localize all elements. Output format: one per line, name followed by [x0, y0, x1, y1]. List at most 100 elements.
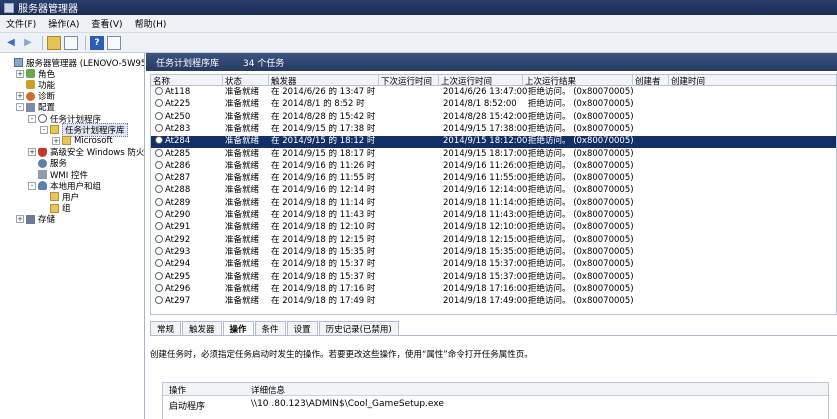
- fold-icon: [50, 125, 59, 135]
- menu-item[interactable]: 帮助(H): [135, 17, 167, 30]
- task-last-cell: 2014/9/18 15:35:00: [443, 246, 528, 257]
- toolbar: ◀ ▶ ?: [0, 33, 837, 53]
- tree-item[interactable]: 组: [40, 203, 71, 214]
- table-row[interactable]: At291 准备就绪在 2014/9/18 的 12:10 时 2014/9/18 …: [151, 222, 836, 234]
- table-row[interactable]: At292 准备就绪在 2014/9/18 的 12:15 时 2014/9/18 …: [151, 234, 836, 247]
- task-trigger-cell: 在 2014/9/18 的 11:43 时: [271, 210, 376, 220]
- task-result-cell: 拒绝访问。 (0x80070005): [528, 136, 634, 147]
- tab[interactable]: 条件: [254, 321, 286, 335]
- tree-item[interactable]: WMI 控件: [28, 169, 88, 181]
- tab[interactable]: 常规: [150, 321, 182, 335]
- task-last-cell: 2014/9/18 17:16:00: [443, 283, 528, 294]
- table-row[interactable]: At290 准备就绪 在 2014/9/18 的 11:43 时 2014/9/18 …: [151, 210, 836, 222]
- tree-item[interactable]: + 角色: [16, 68, 55, 80]
- tree-item[interactable]: + 存储: [16, 214, 55, 225]
- table-row[interactable]: At294 准备就绪在 2014/9/18 的 15:37 时 2014/9/18 …: [151, 259, 836, 271]
- tab[interactable]: 设置: [286, 321, 318, 335]
- task-clock-icon: [155, 111, 163, 120]
- column-header[interactable]: 名称: [151, 75, 223, 86]
- collapse-icon[interactable]: -: [16, 103, 24, 112]
- table-row[interactable]: At296 准备就绪在 2014/9/18 的 17:16 时 2014/9/18 …: [151, 283, 836, 296]
- tree-item[interactable]: + 诊断: [16, 91, 55, 102]
- table-row[interactable]: At286 准备就绪在 2014/9/16 的 11:26 时 2014/9/16 …: [151, 160, 836, 173]
- tree-item[interactable]: 服务器管理器 (LENOVO-5W9563FA: [4, 57, 144, 69]
- task-trigger-cell: 在 2014/9/16 的 11:26 时: [271, 160, 376, 171]
- expand-icon[interactable]: +: [16, 215, 24, 224]
- menu-item[interactable]: 查看(V): [91, 17, 122, 30]
- table-row[interactable]: At283 准备就绪在 2014/9/15 的 17:38 时 2014/9/15 …: [151, 123, 836, 136]
- table-row[interactable]: At287 准备就绪在 2014/9/16 的 11:55 时 2014/9/16 …: [151, 173, 836, 185]
- task-status-cell: 准备就绪: [225, 210, 260, 220]
- properties-icon[interactable]: [107, 35, 121, 50]
- expand-icon[interactable]: +: [16, 92, 24, 101]
- table-row[interactable]: At295 准备就绪在 2014/9/18 的 15:37 时 2014/9/18 …: [151, 271, 836, 284]
- table-row[interactable]: At297 准备就绪在 2014/9/18 的 17:49 时 2014/9/18 …: [151, 296, 836, 308]
- task-next-cell: [379, 259, 381, 271]
- table-row[interactable]: At284 准备就绪在 2014/9/15 的 18:12 时 2014/9/15 …: [151, 136, 836, 148]
- forward-arrow-icon[interactable]: ▶: [21, 36, 35, 50]
- up-folder-icon[interactable]: [47, 35, 61, 50]
- task-status-cell: 准备就绪: [225, 148, 260, 159]
- collapse-icon[interactable]: -: [40, 125, 48, 134]
- tree-item[interactable]: 功能: [16, 79, 55, 91]
- column-header[interactable]: 创建时间: [669, 75, 836, 86]
- table-row[interactable]: At225 准备就绪在 2014/8/1 的 8:52 时 2014/8/1 8:5…: [151, 99, 836, 111]
- tab[interactable]: 触发器: [182, 321, 222, 335]
- task-clock-icon: [155, 197, 163, 206]
- expand-icon[interactable]: +: [16, 69, 24, 78]
- column-header[interactable]: 上次运行时间: [439, 75, 523, 86]
- tree-item[interactable]: 服务: [28, 158, 67, 169]
- tab[interactable]: 历史记录(已禁用): [318, 321, 399, 335]
- task-name-cell: At118: [153, 87, 190, 99]
- tab[interactable]: 操作: [222, 321, 254, 335]
- collapse-icon[interactable]: -: [28, 181, 36, 190]
- column-header[interactable]: 状态: [223, 75, 269, 86]
- table-row[interactable]: At288 准备就绪在 2014/9/16 的 12:14 时 2014/9/16 …: [151, 185, 836, 197]
- table-row[interactable]: At118 准备就绪 在 2014/6/26 的 13:47 时 2014/6/26 …: [151, 87, 836, 99]
- collapse-icon[interactable]: -: [28, 114, 36, 123]
- column-header[interactable]: 触发器: [269, 75, 379, 86]
- table-row[interactable]: At293 准备就绪在 2014/9/18 的 15:35 时 2014/9/18 …: [151, 246, 836, 259]
- task-name-cell: At284: [153, 136, 190, 148]
- table-row[interactable]: At285 准备就绪在 2014/9/15 的 18:17 时 2014/9/15 …: [151, 148, 836, 161]
- action-type: 启动程序: [169, 402, 206, 412]
- menu-item[interactable]: 操作(A): [48, 17, 79, 30]
- task-status-cell: 准备就绪: [225, 259, 260, 270]
- task-status-cell: 准备就绪: [225, 111, 260, 122]
- task-name: At250: [165, 111, 191, 122]
- task-trigger-cell: 在 2014/9/15 的 18:12 时: [271, 136, 376, 147]
- menu-item[interactable]: 文件(F): [6, 17, 36, 30]
- column-header[interactable]: 创建者: [633, 75, 669, 86]
- task-name-cell: At287: [153, 173, 190, 185]
- expand-icon[interactable]: +: [28, 148, 36, 157]
- task-name: At292: [165, 234, 191, 245]
- task-name-cell: At293: [153, 246, 190, 259]
- tree-item-label: 本地用户和组: [50, 181, 102, 192]
- expand-icon[interactable]: +: [52, 136, 60, 145]
- tree-item[interactable]: + Microsoft: [52, 135, 113, 146]
- wmi-icon: [38, 170, 47, 179]
- show-hide-tree-icon[interactable]: [64, 35, 78, 50]
- actions-table-header: 操作 详细信息: [163, 383, 828, 396]
- column-header[interactable]: 上次运行结果: [523, 75, 633, 86]
- table-row[interactable]: At289 准备就绪在 2014/9/18 的 11:14 时 2014/9/18 …: [151, 197, 836, 210]
- task-next-cell: [379, 136, 381, 148]
- help-icon[interactable]: ?: [90, 35, 104, 50]
- tree-item[interactable]: + 高级安全 Windows 防火墙: [28, 147, 144, 158]
- tree-item[interactable]: 用户: [40, 191, 79, 203]
- tree-item[interactable]: - 任务计划程序库: [40, 122, 128, 137]
- tree-item[interactable]: - 配置: [16, 102, 55, 113]
- clock-icon: [38, 114, 47, 123]
- back-arrow-icon[interactable]: ◀: [4, 36, 18, 50]
- task-status-cell: 准备就绪: [225, 160, 260, 171]
- task-trigger-cell: 在 2014/9/16 的 12:14 时: [271, 185, 376, 196]
- task-status-cell: 准备就绪: [225, 197, 260, 208]
- column-header-details[interactable]: 详细信息: [251, 384, 285, 396]
- task-next-cell: [379, 210, 381, 222]
- column-header[interactable]: 下次运行时间: [379, 75, 439, 86]
- column-header-action[interactable]: 操作: [169, 384, 186, 396]
- action-row[interactable]: 启动程序 \\10 .80.123\ADMIN$\Cool_GameSetup.…: [163, 398, 828, 412]
- table-row[interactable]: At250 准备就绪在 2014/8/28 的 15:42 时 2014/8/28 …: [151, 111, 836, 124]
- task-trigger-cell: 在 2014/8/28 的 15:42 时: [271, 111, 376, 122]
- tree-item[interactable]: - 本地用户和组: [28, 180, 102, 192]
